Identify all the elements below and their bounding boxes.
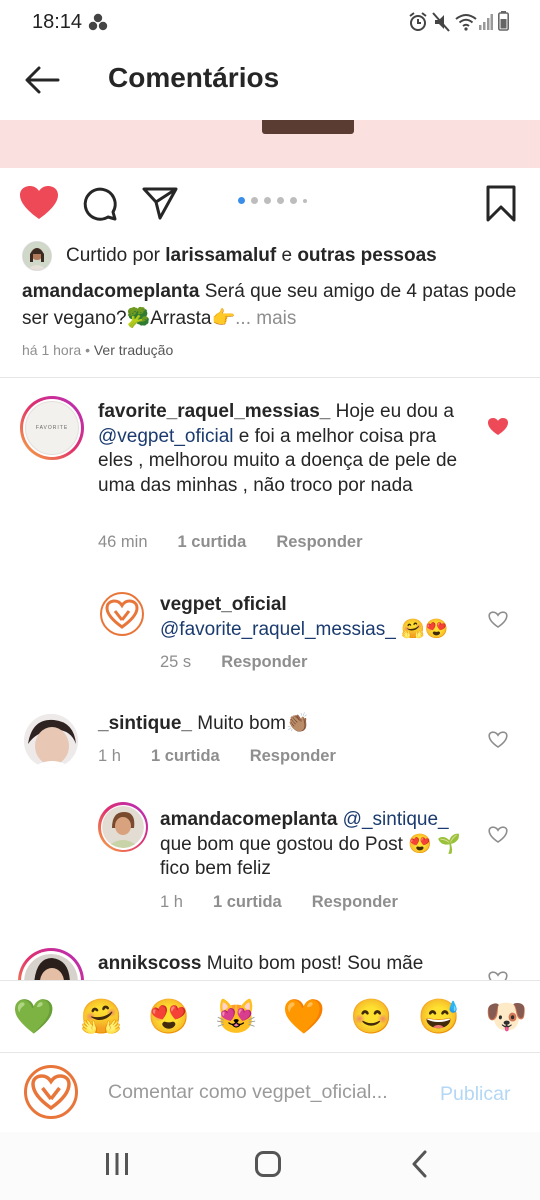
alarm-icon — [409, 12, 427, 31]
liked-by-avatar — [22, 241, 52, 271]
post-caption: amandacomeplanta Será que seu amigo de 4… — [22, 278, 522, 332]
post-image-object — [262, 120, 354, 134]
meta-separator: • — [85, 342, 90, 358]
comment-time: 46 min — [98, 533, 148, 551]
reply-button[interactable]: Responder — [312, 893, 398, 912]
comment-username[interactable]: _sintique_ — [98, 713, 192, 734]
divider — [0, 377, 540, 378]
comment-avatar-story-ring[interactable] — [98, 802, 148, 852]
liked-by-others[interactable]: outras pessoas — [297, 245, 436, 266]
liked-by-text: Curtido por larissamaluf e outras pessoa… — [66, 245, 437, 266]
comment-input[interactable]: Comentar como vegpet_oficial... — [108, 1081, 388, 1104]
recents-icon[interactable] — [104, 1152, 130, 1176]
post-image[interactable] — [0, 120, 540, 168]
back-icon[interactable] — [410, 1150, 428, 1178]
emoji-button[interactable]: 💚 — [13, 997, 55, 1037]
heart-icon[interactable] — [20, 186, 58, 220]
emoji-button[interactable]: 😊 — [350, 997, 392, 1037]
comment-avatar — [102, 806, 144, 848]
liked-by-row[interactable]: Curtido por larissamaluf e outras pessoa… — [22, 240, 437, 272]
comment-body: amandacomeplanta @_sintique_ que bom que… — [160, 809, 461, 879]
comment-composer: Comentar como vegpet_oficial... Publicar — [0, 1052, 540, 1133]
comment-like-heart-icon[interactable] — [488, 417, 508, 437]
comment-avatar-story-ring[interactable]: FAVORITE — [20, 396, 84, 460]
comment-body: _sintique_ Muito bom👏🏽 — [98, 713, 310, 734]
comment-username[interactable]: amandacomeplanta — [160, 809, 337, 830]
post-actions — [0, 178, 540, 230]
post-time: há 1 hora — [22, 342, 82, 358]
caption-username[interactable]: amandacomeplanta — [22, 281, 199, 302]
comment-like-heart-icon[interactable] — [488, 825, 508, 845]
see-translation-link[interactable]: Ver tradução — [94, 342, 173, 358]
comment-time: 1 h — [98, 747, 121, 765]
emoji-button[interactable]: 🤗 — [80, 997, 122, 1037]
comment-avatar: FAVORITE — [25, 401, 79, 455]
publish-button[interactable]: Publicar — [440, 1083, 510, 1106]
bookmark-icon[interactable] — [486, 185, 516, 223]
comment-avatar[interactable] — [24, 714, 78, 768]
post-meta: há 1 hora • Ver tradução — [22, 342, 173, 358]
notification-dots-icon — [88, 13, 108, 31]
wifi-icon — [455, 14, 477, 31]
liked-by-user[interactable]: larissamaluf — [165, 245, 276, 266]
comment-time: 1 h — [160, 893, 183, 911]
comment-body: vegpet_oficial @favorite_raquel_messias_… — [160, 594, 449, 640]
signal-icon — [479, 14, 493, 30]
system-nav-bar — [0, 1132, 540, 1200]
home-icon[interactable] — [254, 1150, 282, 1178]
comment-partial: annikscoss Muito bom post! Sou mãe — [0, 940, 540, 980]
top-app-bar: Comentários — [0, 44, 540, 120]
comment-username[interactable]: vegpet_oficial — [160, 594, 287, 615]
comment-likes-count[interactable]: 1 curtida — [213, 893, 282, 912]
emoji-button[interactable]: 🧡 — [283, 997, 325, 1037]
comment-body: favorite_raquel_messias_ Hoje eu dou a @… — [98, 401, 458, 496]
composer-avatar — [24, 1065, 78, 1119]
comment-mention[interactable]: @vegpet_oficial — [98, 426, 233, 447]
comment-avatar[interactable] — [100, 592, 144, 636]
back-arrow-icon[interactable] — [24, 66, 60, 94]
mute-icon — [432, 12, 450, 32]
comment-meta: 25 s Responder — [160, 653, 307, 672]
emoji-button[interactable]: 😍 — [148, 997, 190, 1037]
comment-likes-count[interactable]: 1 curtida — [151, 747, 220, 766]
carousel-indicator — [238, 197, 307, 204]
comment-like-heart-icon[interactable] — [488, 970, 508, 980]
reply-button[interactable]: Responder — [250, 747, 336, 766]
comment-icon[interactable] — [82, 186, 118, 222]
status-bar: 18:14 — [0, 0, 540, 44]
comment-body: annikscoss Muito bom post! Sou mãe — [98, 953, 424, 974]
caption-more-link[interactable]: ... mais — [235, 308, 296, 329]
comment-time: 25 s — [160, 653, 192, 671]
reply-button[interactable]: Responder — [276, 533, 362, 552]
reply-button[interactable]: Responder — [221, 653, 307, 672]
comment-meta: 46 min 1 curtida Responder — [98, 533, 363, 552]
brand-heart-icon — [105, 599, 139, 629]
brand-heart-icon — [31, 1074, 71, 1111]
comment-like-heart-icon[interactable] — [488, 610, 508, 630]
battery-icon — [498, 11, 509, 31]
emoji-quick-bar: 💚 🤗 😍 😻 🧡 😊 😅 🐶 — [0, 980, 540, 1053]
share-icon[interactable] — [142, 186, 178, 220]
comment-username[interactable]: annikscoss — [98, 953, 202, 974]
comment-mention[interactable]: @_sintique_ — [337, 809, 449, 830]
comment-username[interactable]: favorite_raquel_messias_ — [98, 401, 330, 422]
comment-meta: 1 h 1 curtida Responder — [160, 893, 398, 912]
comment-like-heart-icon[interactable] — [488, 730, 508, 750]
comment-mention[interactable]: @favorite_raquel_messias_ — [160, 619, 396, 640]
emoji-button[interactable]: 😅 — [418, 997, 460, 1037]
comment-meta: 1 h 1 curtida Responder — [98, 747, 336, 766]
emoji-button[interactable]: 😻 — [215, 997, 257, 1037]
emoji-button[interactable]: 🐶 — [485, 997, 527, 1037]
comment-likes-count[interactable]: 1 curtida — [178, 533, 247, 552]
status-time: 18:14 — [32, 11, 83, 33]
page-title: Comentários — [108, 62, 280, 93]
comment-avatar-story-ring[interactable] — [18, 948, 84, 980]
